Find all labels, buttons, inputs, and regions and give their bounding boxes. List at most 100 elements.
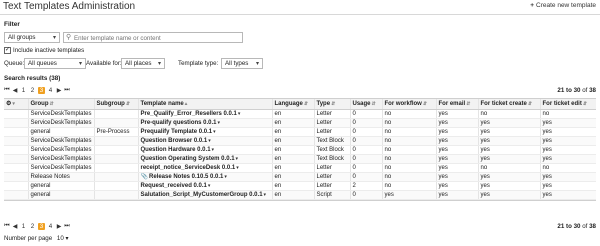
cell-subgroup: Pre-Process	[93, 127, 138, 137]
queue-select[interactable]: All queues ▾	[24, 58, 86, 69]
current-page[interactable]: 3	[38, 222, 45, 230]
row-select-cell[interactable]	[4, 109, 28, 119]
next-page-icon[interactable]: ▶	[56, 87, 62, 94]
table-row[interactable]: general Request_received 0.0.1▾ en Letter 2 n…	[4, 181, 596, 191]
table-row[interactable]: ServiceDeskTemplates receipt_notice_Servi…	[4, 163, 596, 173]
column-header-subgroup[interactable]: Subgroup⇵	[93, 99, 138, 110]
page-link[interactable]: 4	[47, 223, 54, 230]
column-header-usage[interactable]: Usage⇵	[349, 99, 382, 110]
sort-icon: ⇵	[303, 100, 309, 107]
first-page-icon[interactable]: ⏮	[4, 87, 10, 94]
cell-usage: 0	[349, 172, 382, 182]
include-inactive-checkbox[interactable]: ✓	[4, 47, 11, 54]
cell-template-name[interactable]: Pre_Qualify_Error_Resellers 0.0.1▾	[137, 109, 272, 119]
page-link[interactable]: 4	[47, 87, 54, 94]
row-menu-chevron-icon[interactable]: ▾	[208, 183, 211, 189]
row-menu-chevron-icon[interactable]: ▾	[236, 165, 239, 171]
row-menu-chevron-icon[interactable]: ▾	[264, 192, 267, 198]
last-page-icon[interactable]: ⏭	[64, 87, 70, 94]
page-link[interactable]: 1	[20, 223, 27, 230]
column-header-for-workflow[interactable]: For workflow⇵	[381, 99, 436, 110]
row-menu-chevron-icon[interactable]: ▾	[213, 129, 216, 135]
cell-language: en	[271, 145, 314, 155]
include-inactive-toggle[interactable]: ✓ Include inactive templates	[4, 47, 84, 54]
cell-for-email: yes	[435, 154, 478, 164]
cell-subgroup	[93, 118, 138, 128]
next-page-icon[interactable]: ▶	[56, 223, 62, 230]
row-menu-chevron-icon[interactable]: ▾	[208, 138, 211, 144]
cell-language: en	[271, 163, 314, 173]
row-menu-chevron-icon[interactable]: ▾	[218, 120, 221, 126]
column-header-for-ticket-create[interactable]: For ticket create⇵	[477, 99, 540, 110]
available-for-select[interactable]: All places ▾	[121, 58, 165, 69]
first-page-icon[interactable]: ⏮	[4, 223, 10, 230]
cell-group: ServiceDeskTemplates	[27, 154, 94, 164]
table-row[interactable]: ServiceDeskTemplates Question Hardware 0.…	[4, 145, 596, 155]
cell-template-name[interactable]: 📎Release Notes 0.10.5 0.0.1▾	[137, 172, 272, 182]
row-select-cell[interactable]	[4, 163, 28, 173]
search-input[interactable]	[74, 34, 240, 42]
row-select-cell[interactable]	[4, 145, 28, 155]
cell-template-name[interactable]: Salutation_Script_MyCustomerGroup 0.0.1▾	[137, 190, 272, 200]
table-row[interactable]: ServiceDeskTemplates Question Browser 0.0…	[4, 136, 596, 146]
row-select-cell[interactable]	[4, 190, 28, 200]
column-settings[interactable]: ⚙▾	[4, 99, 28, 110]
column-header-for-ticket-edit[interactable]: For ticket edit⇵	[539, 99, 596, 110]
cell-for-workflow: no	[381, 172, 436, 182]
row-select-cell[interactable]	[4, 127, 28, 137]
attachment-icon: 📎	[140, 174, 148, 180]
row-select-cell[interactable]	[4, 118, 28, 128]
cell-group: general	[27, 190, 94, 200]
cell-template-name[interactable]: Prequalify Template 0.0.1▾	[137, 127, 272, 137]
template-name-text: Pre-qualify questions 0.0.1	[140, 119, 217, 126]
previous-page-icon[interactable]: ◀	[12, 87, 18, 94]
cell-language: en	[271, 136, 314, 146]
column-header-language[interactable]: Language⇵	[271, 99, 314, 110]
last-page-icon[interactable]: ⏭	[64, 223, 70, 230]
gear-icon[interactable]: ⚙	[6, 101, 11, 107]
chevron-down-icon: ▾	[12, 101, 15, 108]
table-row[interactable]: ServiceDeskTemplates Question Operating S…	[4, 154, 596, 164]
template-name-text: Question Operating System 0.0.1	[140, 155, 235, 162]
column-header-template-name[interactable]: Template name▴	[137, 99, 272, 110]
column-header-type[interactable]: Type⇵	[313, 99, 350, 110]
row-menu-chevron-icon[interactable]: ▾	[212, 147, 215, 153]
column-header-for-email[interactable]: For email⇵	[435, 99, 478, 110]
chevron-down-icon: ▾	[78, 61, 82, 67]
cell-template-name[interactable]: Question Operating System 0.0.1▾	[137, 154, 272, 164]
table-row[interactable]: ServiceDeskTemplates Pre_Qualify_Error_Re…	[4, 109, 596, 119]
template-type-select[interactable]: All types ▾	[221, 58, 263, 69]
page-link[interactable]: 2	[29, 223, 36, 230]
previous-page-icon[interactable]: ◀	[12, 223, 18, 230]
per-page-control[interactable]: Number per page 10 ▾	[4, 235, 69, 242]
row-select-cell[interactable]	[4, 172, 28, 182]
template-type-label: Template type:	[178, 60, 219, 67]
cell-type: Text Block	[313, 136, 350, 146]
cell-group: ServiceDeskTemplates	[27, 118, 94, 128]
column-header-group[interactable]: Group⇵	[27, 99, 94, 110]
cell-template-name[interactable]: receipt_notice_ServiceDesk 0.0.1▾	[137, 163, 272, 173]
table-row[interactable]: general Salutation_Script_MyCustomerGroup…	[4, 190, 596, 200]
group-select[interactable]: All groups ▾	[4, 32, 60, 43]
create-template-button[interactable]: + Create new template	[530, 2, 596, 9]
cell-template-name[interactable]: Question Hardware 0.0.1▾	[137, 145, 272, 155]
row-menu-chevron-icon[interactable]: ▾	[238, 111, 241, 117]
cell-template-name[interactable]: Question Browser 0.0.1▾	[137, 136, 272, 146]
row-select-cell[interactable]	[4, 181, 28, 191]
page-link[interactable]: 1	[20, 87, 27, 94]
current-page[interactable]: 3	[38, 86, 45, 94]
cell-template-name[interactable]: Pre-qualify questions 0.0.1▾	[137, 118, 272, 128]
table-row[interactable]: Release Notes 📎Release Notes 0.10.5 0.0.1…	[4, 172, 596, 182]
plus-icon: +	[530, 2, 535, 9]
cell-type: Letter	[313, 109, 350, 119]
template-name-text: Pre_Qualify_Error_Resellers 0.0.1	[140, 110, 237, 117]
row-menu-chevron-icon[interactable]: ▾	[224, 174, 227, 180]
search-field[interactable]: ⚲	[63, 32, 243, 43]
cell-template-name[interactable]: Request_received 0.0.1▾	[137, 181, 272, 191]
row-select-cell[interactable]	[4, 154, 28, 164]
table-row[interactable]: ServiceDeskTemplates Pre-qualify question…	[4, 118, 596, 128]
page-link[interactable]: 2	[29, 87, 36, 94]
row-select-cell[interactable]	[4, 136, 28, 146]
table-row[interactable]: general Pre-Process Prequalify Template 0.…	[4, 127, 596, 137]
row-menu-chevron-icon[interactable]: ▾	[236, 156, 239, 162]
